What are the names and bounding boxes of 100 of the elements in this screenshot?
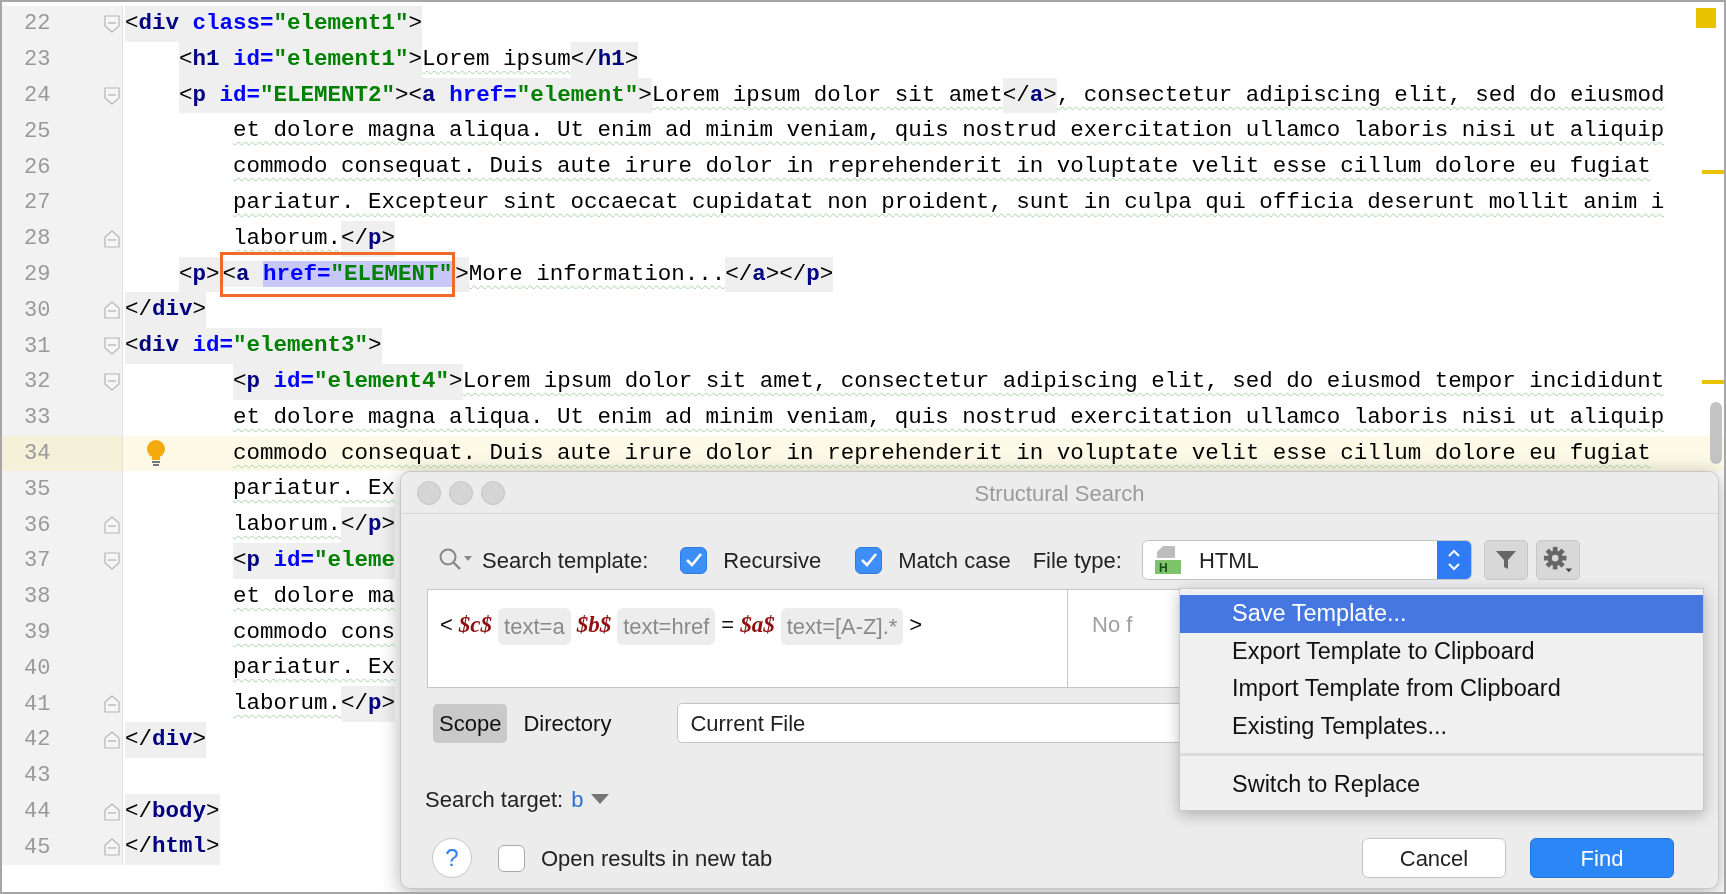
template-variable: $b$ (576, 611, 612, 639)
tag-name: p (806, 256, 820, 293)
tag-name: div (152, 292, 193, 329)
line-number: 38 (24, 583, 51, 612)
tag-bracket: > (206, 793, 220, 830)
tag-bracket: > (206, 829, 220, 866)
tag-name: div (138, 6, 180, 42)
checkbox-label: Open results in new tab (541, 844, 773, 873)
line-number: 24 (24, 82, 51, 110)
code-text: Lorem ipsum dolor sit amet, consectetur adipiscing elit, sed do eiusmod tempor incididunt (462, 367, 1665, 396)
code-text: et dolore magna aliqua. Ut enim ad minim veniam, quis nostrud exercitation ullamco laboris nisi ut aliquip (233, 116, 1665, 146)
line-number: 41 (24, 690, 51, 719)
attribute-value: "ELEMENT" (330, 260, 453, 287)
preview-text: No f (1092, 612, 1133, 637)
line-number: 36 (24, 511, 51, 540)
tag-bracket: < (179, 256, 193, 293)
tag-bracket: < (179, 77, 193, 114)
attribute-value: "element" (516, 77, 639, 114)
attribute-name: href= (263, 260, 331, 287)
attribute-name: class= (179, 6, 274, 42)
line-number: 37 (24, 547, 51, 576)
checkbox-label: Match case (898, 546, 1011, 575)
line-number: 29 (24, 260, 51, 289)
field-label: File type: (1032, 546, 1122, 575)
tag-bracket: > (455, 256, 469, 293)
tag-bracket: > (206, 256, 220, 293)
window-title: Structural Search (974, 479, 1145, 507)
line-number: 33 (24, 404, 51, 433)
attribute-value: "eleme (314, 542, 396, 579)
variable-constraint: text=href (617, 608, 716, 645)
code-text: Lorem ipsum dolor sit amet (651, 80, 1003, 110)
tag-bracket: > (638, 77, 652, 114)
tag-name: h1 (597, 41, 625, 78)
tag-bracket: < (233, 542, 247, 579)
tag-bracket: < (222, 260, 237, 287)
line-number: 28 (24, 225, 51, 254)
line-number: 34 (24, 439, 51, 468)
tag-name: div (138, 328, 180, 364)
field-label: Search target: (425, 785, 564, 814)
tag-name: a (422, 77, 436, 114)
code-text: , consectetur adipiscing elit, sed do eiusmod (1056, 80, 1665, 110)
line-number: 31 (24, 332, 51, 361)
tag-bracket: </ (125, 829, 152, 866)
tag-name: p (368, 507, 382, 543)
code-text: Lorem ipsum (422, 44, 571, 74)
template-symbol: = (721, 611, 735, 639)
line-number: 35 (24, 475, 51, 504)
code-text: More information... (468, 259, 726, 289)
tag-bracket: </ (341, 507, 369, 543)
line-number: 32 (24, 368, 51, 397)
line-number: 23 (24, 46, 51, 75)
line-number: 45 (24, 833, 51, 862)
tag-name: a (752, 256, 766, 293)
tag-bracket: >< (395, 77, 423, 114)
tag-name: html (152, 829, 207, 866)
line-number: 26 (24, 153, 51, 182)
tag-name: body (152, 793, 207, 830)
line-number: 44 (24, 797, 51, 826)
tag-bracket: > (1043, 77, 1057, 114)
code-text: commodo consequat. Duis aute irure dolor in reprehenderit in voluptate velit esse cillum dolore eu fugiat (233, 438, 1651, 468)
attribute-value: "element3" (233, 328, 369, 364)
code-text: commodo consequat. Duis aute irure dolor in reprehenderit in voluptate velit esse cillum dolore eu fugiat (233, 152, 1651, 182)
attribute-value: "element1" (273, 6, 409, 42)
tag-bracket: </ (125, 793, 152, 830)
line-number: 42 (24, 726, 51, 755)
code-text: laborum. (233, 223, 342, 253)
attribute-name: id= (179, 328, 234, 364)
code-text: laborum. (233, 510, 342, 540)
line-number: 27 (24, 189, 51, 218)
tag-bracket: ></ (765, 256, 807, 293)
code-text: et dolore magna aliqua. Ut enim ad minim veniam, quis nostrud exercitation ullamco laboris nisi ut aliquip (233, 402, 1665, 432)
tag-bracket: </ (725, 256, 753, 293)
tag-bracket: < (233, 363, 247, 400)
template-variable: $a$ (740, 611, 775, 639)
attribute-value: "ELEMENT2" (260, 77, 396, 114)
line-number: 43 (24, 762, 51, 791)
tag-bracket: > (449, 363, 463, 400)
code-text: laborum. (233, 689, 342, 719)
code-text: commodo cons (233, 617, 396, 647)
template-symbol: < (440, 611, 453, 639)
tag-bracket: < (125, 6, 139, 42)
code-text: et dolore ma (233, 581, 396, 611)
variable-constraint: text=a (498, 608, 571, 645)
template-symbol: > (909, 611, 923, 639)
code-text: pariatur. Ex (233, 474, 396, 504)
attribute-name: id= (206, 77, 261, 114)
tag-bracket: </ (1002, 77, 1030, 114)
tag-bracket: </ (570, 41, 598, 78)
tag-bracket: </ (341, 686, 369, 722)
line-number: 40 (24, 654, 51, 683)
field-label: Search template: (482, 546, 649, 575)
attribute-name: id= (260, 542, 315, 579)
line-number: 22 (24, 10, 51, 39)
tag-name: a (236, 260, 264, 287)
attribute-value: "element1" (273, 41, 409, 78)
attribute-name: id= (219, 41, 274, 78)
tag-bracket: < (125, 328, 139, 364)
attribute-name: id= (260, 363, 315, 400)
tag-name: div (152, 721, 193, 758)
line-number: 39 (24, 618, 51, 647)
